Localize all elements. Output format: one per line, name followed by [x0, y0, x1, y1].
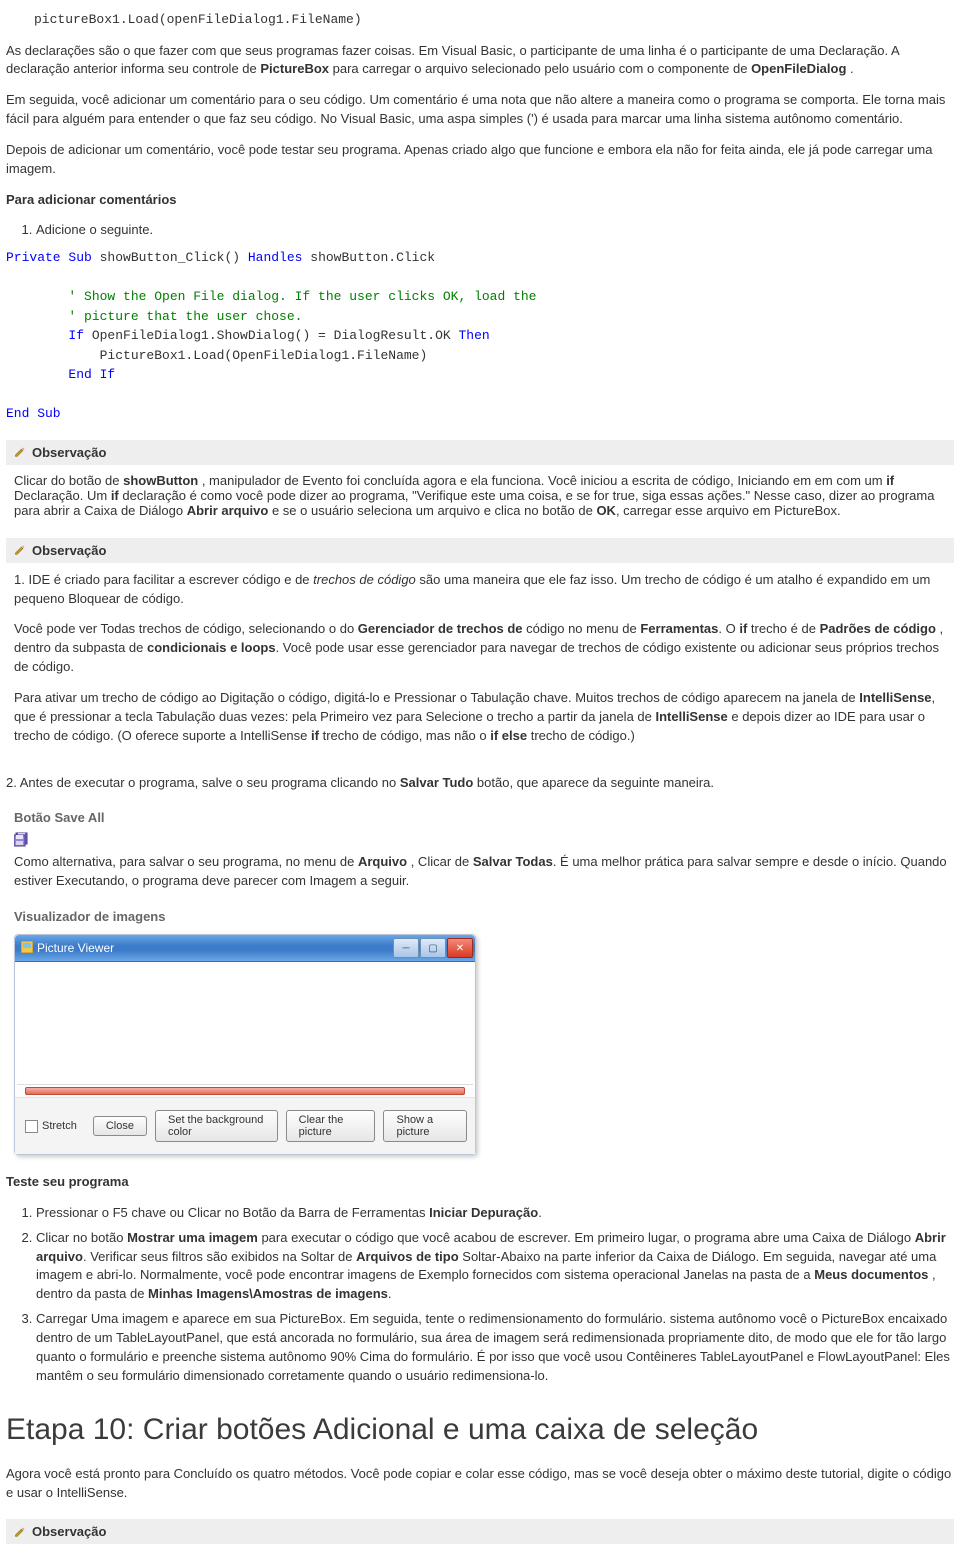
app-icon — [21, 941, 33, 956]
heading-step-10: Etapa 10: Criar botões Adicional e uma c… — [6, 1413, 954, 1447]
set-bg-button[interactable]: Set the background color — [155, 1110, 278, 1142]
window-titlebar: Picture Viewer ─ ▢ ✕ — [15, 935, 475, 962]
note-body: 1. IDE é criado para facilitar a escreve… — [6, 571, 954, 762]
code-snippet-sub: Private Sub showButton_Click() Handles s… — [6, 248, 954, 424]
button-row: Stretch Close Set the background color C… — [15, 1097, 475, 1154]
paragraph: Em seguida, você adicionar um comentário… — [6, 91, 954, 129]
note-header: Observação — [6, 538, 954, 563]
heading-test-program: Teste seu programa — [6, 1173, 954, 1192]
picture-viewer-window: Picture Viewer ─ ▢ ✕ Stretch Close Set t… — [14, 934, 476, 1155]
pencil-icon — [14, 446, 26, 458]
list-item: Clicar no botão Mostrar uma imagem para … — [36, 1229, 954, 1304]
progress-bar — [25, 1087, 465, 1095]
paragraph: Depois de adicionar um comentário, você … — [6, 141, 954, 179]
heading-image-viewer: Visualizador de imagens — [14, 909, 954, 924]
save-all-icon — [14, 831, 30, 847]
list-item: Adicione o seguinte. — [36, 221, 954, 240]
note-body: Clicar do botão de showButton , manipula… — [6, 473, 954, 522]
pencil-icon — [14, 1526, 26, 1538]
code-snippet-load: pictureBox1.Load(openFileDialog1.FileNam… — [34, 10, 954, 30]
paragraph: 2. Antes de executar o programa, salve o… — [6, 774, 954, 793]
note-header: Observação — [6, 440, 954, 465]
close-button[interactable]: Close — [93, 1116, 147, 1136]
note-title: Observação — [32, 543, 106, 558]
paragraph: Agora você está pronto para Concluído os… — [6, 1465, 954, 1503]
stretch-checkbox[interactable]: Stretch — [25, 1120, 77, 1133]
maximize-button[interactable]: ▢ — [420, 938, 446, 958]
heading-add-comments: Para adicionar comentários — [6, 191, 954, 210]
minimize-button[interactable]: ─ — [393, 938, 419, 958]
paragraph: Como alternativa, para salvar o seu prog… — [14, 853, 954, 891]
picture-canvas — [17, 964, 473, 1085]
note-header: Observação — [6, 1519, 954, 1544]
pencil-icon — [14, 544, 26, 556]
note-title: Observação — [32, 1524, 106, 1539]
paragraph: As declarações são o que fazer com que s… — [6, 42, 954, 80]
clear-picture-button[interactable]: Clear the picture — [286, 1110, 376, 1142]
heading-save-all: Botão Save All — [14, 810, 954, 825]
window-title: Picture Viewer — [37, 941, 114, 955]
note-title: Observação — [32, 445, 106, 460]
list-item: Pressionar o F5 chave ou Clicar no Botão… — [36, 1204, 954, 1223]
close-window-button[interactable]: ✕ — [447, 938, 473, 958]
list-item: Carregar Uma imagem e aparece em sua Pic… — [36, 1310, 954, 1385]
show-picture-button[interactable]: Show a picture — [383, 1110, 467, 1142]
